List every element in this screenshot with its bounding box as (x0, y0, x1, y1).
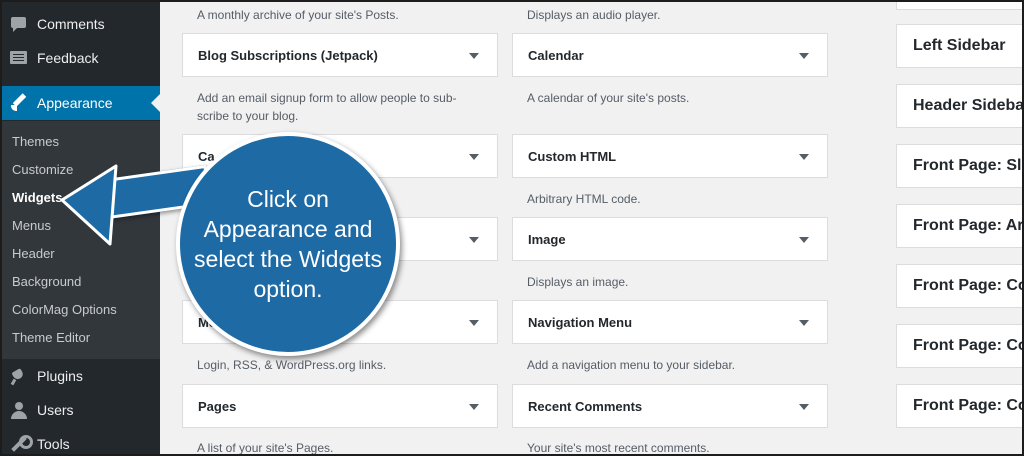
widget-description: Your site's most recent comments. (527, 441, 710, 455)
widget-area-front-page-slider[interactable]: Front Page: Sli (896, 144, 1024, 188)
tools-icon (10, 435, 33, 453)
widget-custom-html[interactable]: Custom HTML (512, 134, 828, 178)
menu-item-label: Plugins (37, 368, 83, 384)
widget-area-title: Front Page: Sli (913, 157, 1024, 174)
submenu-item-menus[interactable]: Menus (12, 218, 51, 233)
chevron-down-icon[interactable] (799, 154, 809, 160)
widget-area-title: Left Sidebar (913, 37, 1006, 54)
menu-item-feedback[interactable]: Feedback (0, 41, 160, 75)
widget-title: Image (528, 231, 566, 247)
menu-item-appearance[interactable]: Appearance (0, 86, 160, 120)
widget-area-front-page-content-1[interactable]: Front Page: Co (896, 264, 1024, 308)
submenu-item-theme-editor[interactable]: Theme Editor (12, 330, 90, 345)
widget-area-title: Front Page: Ar (913, 217, 1024, 234)
chevron-down-icon[interactable] (469, 404, 479, 410)
widget-area-title: Front Page: Co (913, 277, 1024, 294)
users-icon (10, 401, 28, 419)
menu-item-label: Feedback (37, 50, 99, 66)
widget-area-front-page-area[interactable]: Front Page: Ar (896, 204, 1024, 248)
widget-recent-comments[interactable]: Recent Comments (512, 384, 828, 428)
paintbrush-icon (10, 94, 28, 112)
widget-description: Displays an image. (527, 275, 629, 289)
widget-image[interactable]: Image (512, 217, 828, 261)
chevron-down-icon[interactable] (469, 53, 479, 59)
widget-description: A calendar of your site's posts. (527, 91, 690, 105)
widget-area-left-sidebar[interactable]: Left Sidebar (896, 24, 1024, 68)
widget-area-top-partial[interactable] (896, 0, 1024, 10)
submenu-item-header[interactable]: Header (12, 246, 55, 261)
widget-description: Add a navigation menu to your sidebar. (527, 358, 736, 372)
widget-pages[interactable]: Pages (182, 384, 498, 428)
menu-item-label: Appearance (37, 95, 113, 111)
widget-description: Displays an audio player. (527, 8, 661, 22)
widget-title: Navigation Menu (528, 314, 633, 330)
widget-title: Calendar (528, 47, 584, 63)
feedback-icon (10, 49, 28, 67)
arrow-head-icon (60, 164, 118, 246)
widget-title: Recent Comments (528, 398, 643, 414)
callout-text: Click on Appearance and select the Widge… (194, 186, 382, 302)
widget-navigation-menu[interactable]: Navigation Menu (512, 300, 828, 344)
submenu-item-widgets[interactable]: Widgets (12, 190, 62, 205)
widget-blog-subscriptions[interactable]: Blog Subscriptions (Jetpack) (182, 33, 498, 77)
comment-icon (10, 15, 28, 33)
plugin-icon (10, 367, 28, 385)
menu-item-label: Users (37, 402, 74, 418)
widget-description: A list of your site's Pages. (197, 441, 334, 455)
menu-item-label: Tools (37, 436, 70, 452)
widget-description: Add an email signup form to allow people… (197, 91, 457, 123)
widget-calendar[interactable]: Calendar (512, 33, 828, 77)
submenu-item-colormag-options[interactable]: ColorMag Options (12, 302, 117, 317)
widget-area-title: Header Sideba (913, 97, 1024, 114)
submenu-item-themes[interactable]: Themes (12, 134, 59, 149)
callout-bubble: Click on Appearance and select the Widge… (176, 132, 400, 356)
widget-area-header-sidebar[interactable]: Header Sideba (896, 84, 1024, 128)
chevron-down-icon[interactable] (469, 154, 479, 160)
menu-item-users[interactable]: Users (0, 393, 160, 427)
widget-title: Blog Subscriptions (Jetpack) (198, 47, 378, 63)
chevron-down-icon[interactable] (469, 237, 479, 243)
submenu-item-background[interactable]: Background (12, 274, 81, 289)
widget-area-front-page-content-3[interactable]: Front Page: Co (896, 384, 1024, 428)
widget-area-title: Front Page: Co (913, 397, 1024, 414)
chevron-down-icon[interactable] (799, 53, 809, 59)
widget-description: Arbitrary HTML code. (527, 192, 641, 206)
widget-area-front-page-content-2[interactable]: Front Page: Co (896, 324, 1024, 368)
widget-description: Login, RSS, & WordPress.org links. (197, 358, 387, 372)
chevron-down-icon[interactable] (799, 237, 809, 243)
widget-title: Custom HTML (528, 148, 617, 164)
menu-item-tools[interactable]: Tools (0, 427, 160, 456)
widget-title: Pages (198, 398, 237, 414)
menu-item-label: Comments (37, 16, 105, 32)
menu-item-comments[interactable]: Comments (0, 7, 160, 41)
chevron-down-icon[interactable] (799, 320, 809, 326)
widget-area-title: Front Page: Co (913, 337, 1024, 354)
chevron-down-icon[interactable] (799, 404, 809, 410)
chevron-down-icon[interactable] (469, 320, 479, 326)
menu-item-plugins[interactable]: Plugins (0, 359, 160, 393)
widget-description: A monthly archive of your site's Posts. (197, 8, 399, 22)
